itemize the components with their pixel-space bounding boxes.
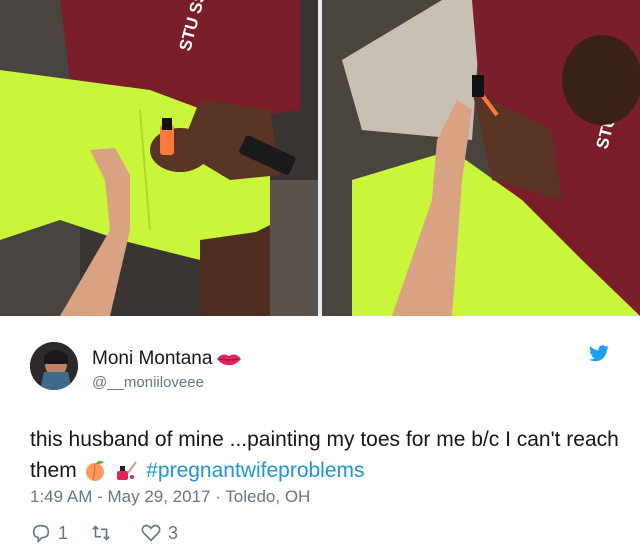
reply-button[interactable]: 1: [30, 522, 68, 544]
tweet-text: this husband of mine ...painting my toes…: [30, 424, 620, 486]
reply-icon: [32, 524, 50, 544]
like-button[interactable]: 3: [140, 522, 178, 544]
tweet-photo-left[interactable]: STU SSY: [0, 0, 318, 316]
hashtag-link[interactable]: #pregnantwifeproblems: [146, 459, 364, 482]
author-display-name[interactable]: Moni Montana: [92, 348, 212, 370]
reply-count: 1: [58, 522, 69, 543]
tweet-photos[interactable]: STU SSY: [0, 0, 640, 316]
avatar[interactable]: [30, 342, 78, 390]
tweet-timestamp-location[interactable]: 1:49 AM - May 29, 2017 · Toledo, OH: [30, 487, 310, 507]
nail-polish-icon: [117, 461, 138, 480]
like-count: 3: [168, 522, 179, 543]
kiss-mark-icon: [217, 354, 242, 366]
retweet-icon: [92, 525, 110, 541]
author-handle[interactable]: @__moniiloveee: [92, 374, 204, 391]
peach-icon: [85, 460, 104, 481]
tweet-photo-right[interactable]: STU SSY: [322, 0, 640, 316]
twitter-bird-icon[interactable]: [588, 345, 610, 363]
tweet-actions: 1 3: [30, 522, 200, 544]
author-name-row[interactable]: Moni Montana: [92, 348, 242, 370]
retweet-button[interactable]: [90, 522, 118, 544]
heart-icon: [141, 524, 161, 542]
